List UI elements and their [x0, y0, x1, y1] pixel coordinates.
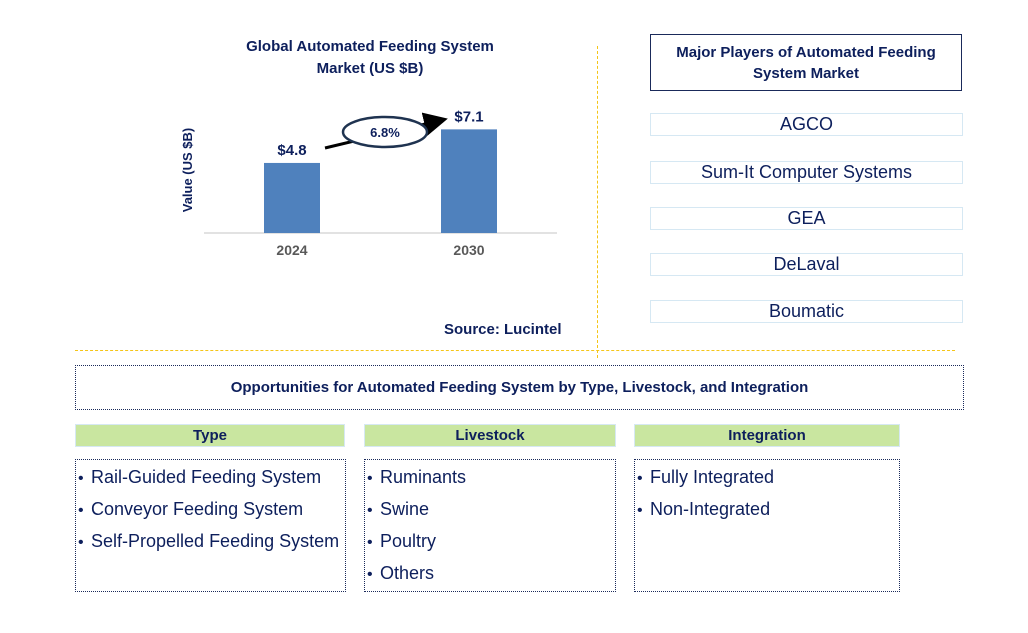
bullet-icon: • — [367, 502, 373, 519]
chart-title-line-1: Global Automated Feeding System — [246, 38, 494, 55]
list-item: • Conveyor Feeding System — [78, 494, 345, 526]
x-tick-label-2030: 2030 — [453, 242, 484, 258]
player-sum-it: Sum-It Computer Systems — [650, 161, 963, 184]
list-item: • Rail-Guided Feeding System — [78, 462, 345, 494]
players-title: Major Players of Automated Feeding Syste… — [650, 34, 962, 91]
list-item: • Fully Integrated — [637, 462, 899, 494]
opportunities-title: Opportunities for Automated Feeding Syst… — [75, 365, 964, 410]
category-header-integration: Integration — [634, 424, 900, 447]
bar-chart: Value (US $B) $4.8 2024 $7.1 2030 6.8% — [180, 108, 557, 258]
list-item: • Ruminants — [367, 462, 615, 494]
player-boumatic: Boumatic — [650, 300, 963, 323]
category-list-type: • Rail-Guided Feeding System • Conveyor Fe… — [75, 459, 346, 592]
category-list-integration: • Fully Integrated • Non-Integrated — [634, 459, 900, 592]
data-label-2030: $7.1 — [454, 108, 483, 125]
category-header-livestock: Livestock — [364, 424, 616, 447]
chart-title-line-2: Market (US $B) — [316, 60, 424, 77]
bullet-icon: • — [78, 502, 84, 519]
bullet-icon: • — [78, 470, 84, 487]
bullet-icon: • — [367, 534, 373, 551]
bullet-icon: • — [78, 534, 84, 551]
bullet-icon: • — [367, 470, 373, 487]
list-item: • Swine — [367, 494, 615, 526]
source-label: Source: Lucintel — [444, 321, 562, 338]
horizontal-divider — [75, 350, 955, 351]
cagr-label: 6.8% — [370, 125, 400, 140]
list-item: • Poultry — [367, 526, 615, 558]
bullet-icon: • — [637, 470, 643, 487]
bar-2024 — [264, 162, 320, 233]
category-list-livestock: • Ruminants • Swine • Poultry • Others — [364, 459, 616, 592]
vertical-divider — [597, 46, 598, 358]
list-item: • Self-Propelled Feeding System — [78, 526, 345, 558]
list-item: • Others — [367, 558, 615, 590]
bullet-icon: • — [367, 566, 373, 583]
cagr-annotation: 6.8% — [324, 112, 448, 150]
player-agco: AGCO — [650, 113, 963, 136]
category-header-type: Type — [75, 424, 345, 447]
bullet-icon: • — [637, 502, 643, 519]
list-item: • Non-Integrated — [637, 494, 899, 526]
chart-title: Global Automated Feeding System Market (… — [200, 36, 540, 80]
player-gea: GEA — [650, 207, 963, 230]
bar-2030 — [441, 129, 497, 233]
y-axis-label: Value (US $B) — [180, 128, 195, 213]
player-delaval: DeLaval — [650, 253, 963, 276]
x-tick-label-2024: 2024 — [276, 242, 307, 258]
data-label-2024: $4.8 — [277, 142, 306, 159]
